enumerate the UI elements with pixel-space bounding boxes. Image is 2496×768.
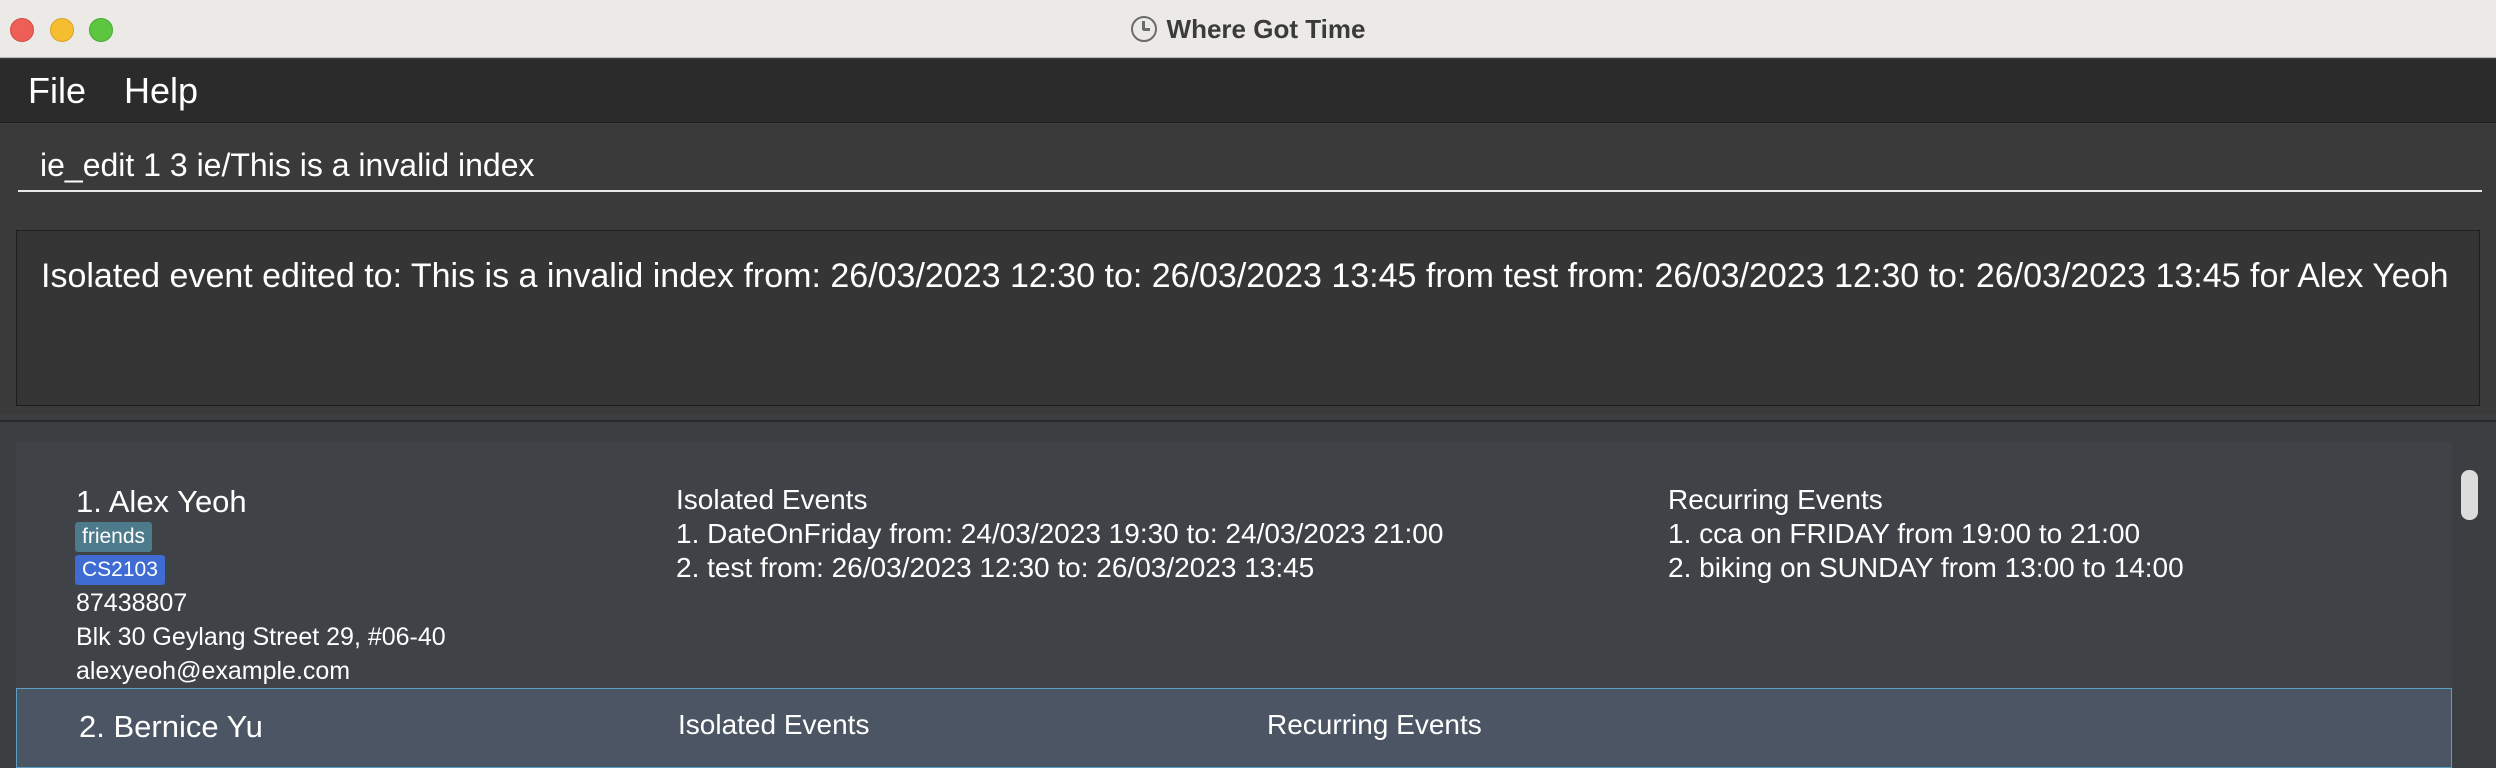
recurring-event-item: 2. biking on SUNDAY from 13:00 to 14:00 xyxy=(1668,552,2184,583)
person-list[interactable]: 1. Alex Yeoh friends CS2103 87438807 Blk… xyxy=(0,420,2496,768)
recurring-event-item: 1. cca on FRIDAY from 19:00 to 21:00 xyxy=(1668,518,2141,549)
isolated-events-title: Isolated Events xyxy=(678,709,870,740)
result-display-area: Isolated event edited to: This is a inva… xyxy=(0,214,2496,414)
person-name: 1. Alex Yeoh xyxy=(76,484,247,519)
menu-help[interactable]: Help xyxy=(124,70,198,112)
isolated-event-item: 2. test from: 26/03/2023 12:30 to: 26/03… xyxy=(676,552,1315,583)
isolated-event-item: 1. DateOnFriday from: 24/03/2023 19:30 t… xyxy=(676,518,1444,549)
title-bar: Where Got Time xyxy=(0,0,2496,58)
app-window: Where Got Time File Help Isolated event … xyxy=(0,0,2496,768)
result-display: Isolated event edited to: This is a inva… xyxy=(16,230,2480,406)
menu-bar: File Help xyxy=(0,59,2496,123)
isolated-events-title: Isolated Events xyxy=(676,484,868,515)
list-scrollbar[interactable] xyxy=(2454,442,2486,748)
recurring-events-title: Recurring Events xyxy=(1668,484,1883,515)
tag-friends: friends xyxy=(75,522,153,552)
person-email: alexyeoh@example.com xyxy=(76,657,351,685)
menu-file[interactable]: File xyxy=(28,70,86,112)
person-card[interactable]: 1. Alex Yeoh friends CS2103 87438807 Blk… xyxy=(16,442,2452,698)
person-name: 2. Bernice Yu xyxy=(79,709,263,744)
command-input[interactable] xyxy=(18,140,2482,192)
window-title: Where Got Time xyxy=(1166,13,1366,44)
tag-cs2103: CS2103 xyxy=(75,555,165,585)
scrollbar-thumb[interactable] xyxy=(2461,470,2478,520)
person-phone: 87438807 xyxy=(76,589,188,617)
recurring-events-title: Recurring Events xyxy=(1267,709,1482,740)
person-address: Blk 30 Geylang Street 29, #06-40 xyxy=(76,623,446,651)
person-card-selected[interactable]: 2. Bernice Yu Isolated Events Recurring … xyxy=(16,688,2452,768)
command-box-area xyxy=(0,124,2496,214)
clock-icon xyxy=(1130,16,1157,42)
window-title-group: Where Got Time xyxy=(0,0,2496,58)
